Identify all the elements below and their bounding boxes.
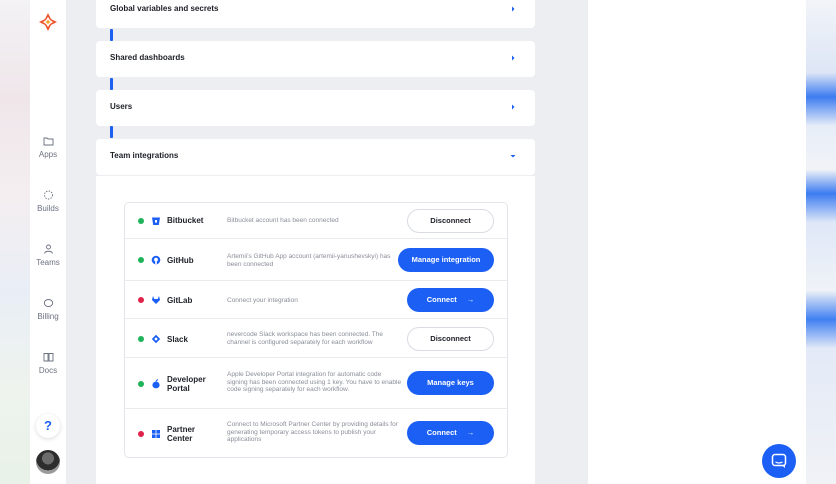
connect-label: Connect xyxy=(426,295,457,304)
section-global-variables[interactable]: Global variables and secrets xyxy=(96,0,535,28)
arrow-right-icon: → xyxy=(466,428,475,437)
section-users[interactable]: Users xyxy=(96,90,535,126)
integration-row-github: GitHub Artemii's GitHub App account (art… xyxy=(125,239,507,281)
disconnect-button[interactable]: Disconnect xyxy=(407,209,494,233)
microsoft-icon xyxy=(152,430,160,438)
connect-button[interactable]: Connect → xyxy=(407,421,494,445)
integration-name: Bitbucket xyxy=(167,216,204,225)
integration-name: GitHub xyxy=(167,256,194,265)
manage-integration-button[interactable]: Manage integration xyxy=(398,248,494,272)
integration-description: Connect your integration xyxy=(227,297,298,304)
integration-description: Apple Developer Portal integration for a… xyxy=(227,371,402,393)
sidebar-item-builds[interactable]: Builds xyxy=(30,190,66,213)
sidebar-item-label: Apps xyxy=(38,150,58,159)
section-shared-dashboards[interactable]: Shared dashboards xyxy=(96,41,535,77)
bitbucket-icon xyxy=(152,217,160,225)
section-team-integrations[interactable]: Team integrations xyxy=(96,139,535,175)
connect-label: Connect xyxy=(426,428,457,437)
connector xyxy=(110,126,113,138)
manage-keys-button[interactable]: Manage keys xyxy=(407,371,494,395)
background-left xyxy=(0,0,30,484)
sidebar-item-label: Builds xyxy=(37,204,59,213)
billing-icon xyxy=(43,299,53,307)
sidebar-item-teams[interactable]: Teams xyxy=(30,244,66,267)
integration-name: Slack xyxy=(167,335,188,344)
integration-row-developer-portal: Developer Portal Apple Developer Portal … xyxy=(125,358,507,409)
chat-button[interactable] xyxy=(762,444,796,478)
status-dot xyxy=(138,381,144,387)
integration-row-slack: Slack nevercode Slack workspace has been… xyxy=(125,319,507,358)
section-title: Team integrations xyxy=(110,151,179,160)
codemagic-logo[interactable] xyxy=(38,12,58,32)
arrow-right-icon: → xyxy=(466,295,475,304)
section-title: Shared dashboards xyxy=(110,53,185,62)
connector xyxy=(110,29,113,41)
integration-description: Artemii's GitHub App account (artemii-ya… xyxy=(227,253,391,268)
sidebar-item-billing[interactable]: Billing xyxy=(30,298,66,321)
sidebar-item-label: Teams xyxy=(36,258,60,267)
book-icon xyxy=(43,353,53,362)
chevron-right-icon xyxy=(512,104,515,110)
connector xyxy=(110,78,113,90)
integration-description: Bitbucket account has been connected xyxy=(227,217,339,224)
folder-icon xyxy=(43,137,53,146)
sidebar-item-label: Billing xyxy=(37,312,59,321)
integration-name: GitLab xyxy=(167,296,193,305)
status-dot xyxy=(138,257,144,263)
section-title: Global variables and secrets xyxy=(110,4,219,13)
user-icon xyxy=(43,244,53,254)
builds-icon xyxy=(43,190,53,200)
slack-icon xyxy=(151,334,161,344)
right-panel xyxy=(588,0,806,484)
integrations-list: Bitbucket Bitbucket account has been con… xyxy=(124,202,508,458)
apple-icon xyxy=(152,379,160,389)
github-icon xyxy=(151,255,161,265)
integration-name: Partner Center xyxy=(167,425,196,443)
integration-row-gitlab: GitLab Connect your integration Connect → xyxy=(125,281,507,319)
chevron-right-icon xyxy=(512,6,515,12)
status-dot xyxy=(138,336,144,342)
integration-row-partner-center: Partner Center Connect to Microsoft Part… xyxy=(125,409,507,459)
chat-icon xyxy=(771,453,787,468)
integration-description: Connect to Microsoft Partner Center by p… xyxy=(227,421,398,443)
status-dot xyxy=(138,431,144,437)
status-dot xyxy=(138,297,144,303)
gitlab-icon xyxy=(152,296,160,304)
sidebar-item-label: Docs xyxy=(38,366,58,375)
chevron-right-icon xyxy=(512,55,515,61)
integration-row-bitbucket: Bitbucket Bitbucket account has been con… xyxy=(125,203,507,239)
connect-button[interactable]: Connect → xyxy=(407,288,494,312)
help-button[interactable]: ? xyxy=(36,414,60,438)
avatar[interactable] xyxy=(36,450,60,474)
integration-description: nevercode Slack workspace has been conne… xyxy=(227,331,383,346)
integration-name: Developer Portal xyxy=(167,375,206,393)
sidebar: Apps Builds Teams Billing Docs ? xyxy=(30,0,66,484)
background-right xyxy=(806,0,836,484)
disconnect-button[interactable]: Disconnect xyxy=(407,327,494,351)
sidebar-item-apps[interactable]: Apps xyxy=(30,136,66,159)
section-title: Users xyxy=(110,102,133,111)
sidebar-item-docs[interactable]: Docs xyxy=(30,352,66,375)
status-dot xyxy=(138,218,144,224)
chevron-down-icon xyxy=(510,155,516,158)
